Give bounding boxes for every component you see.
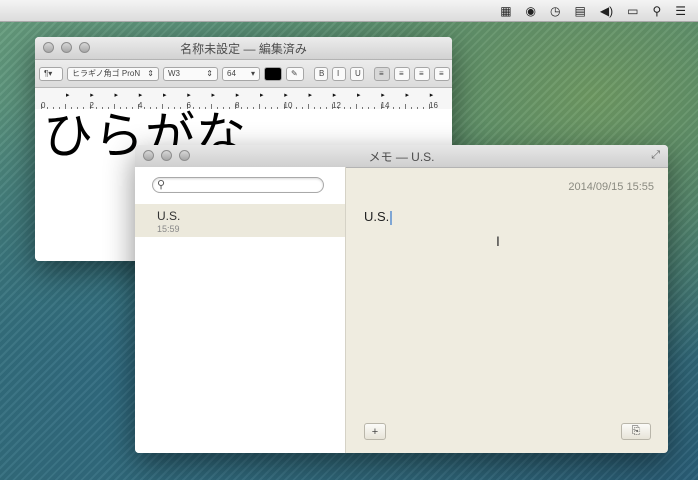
tab-stop-icon[interactable]: ▸	[115, 91, 119, 99]
window-title: 名称未設定 — 編集済み	[180, 41, 307, 56]
zoom-button[interactable]	[79, 42, 90, 53]
flag-icon[interactable]: ▤	[575, 0, 586, 22]
font-weight-select[interactable]: W3 ⇕	[163, 66, 218, 81]
tab-stop-icon[interactable]: ▸	[333, 91, 337, 99]
stepper-icon: ⇕	[147, 69, 154, 78]
close-button[interactable]	[143, 150, 154, 161]
window-controls	[43, 42, 90, 53]
paragraph-style-select[interactable]: ¶▾	[39, 66, 63, 81]
tab-stop-icon[interactable]: ▸	[406, 91, 410, 99]
tab-stop-icon[interactable]: ▸	[163, 91, 167, 99]
pen-icon: ✎	[291, 69, 298, 78]
window-controls	[143, 150, 190, 161]
search-icon: ⚲	[157, 179, 166, 191]
note-list-item[interactable]: U.S. 15:59	[135, 204, 345, 237]
note-body-text: U.S.	[364, 209, 390, 224]
font-size-field[interactable]: 64 ▾	[222, 66, 260, 81]
align-left-icon: ≡	[379, 69, 384, 78]
record-icon[interactable]: ◉	[526, 0, 536, 22]
tab-stop-icon[interactable]: ▸	[90, 91, 94, 99]
note-date-header: 2014/09/15 15:55	[568, 181, 654, 193]
window-title: メモ — U.S.	[368, 149, 435, 164]
search-input[interactable]	[171, 179, 320, 193]
highlight-color-swatch[interactable]: ✎	[286, 66, 304, 81]
menu-bar: ▦ ◉ ◷ ▤ ◀) ▭ ⚲ ☰	[0, 0, 698, 22]
tab-stop-icon[interactable]: ▸	[381, 91, 385, 99]
zoom-button[interactable]	[179, 150, 190, 161]
share-icon: ⎘	[631, 425, 641, 437]
align-right-button[interactable]: ≡	[414, 66, 430, 81]
stepper-icon: ⇕	[206, 69, 213, 78]
tab-stop-icon[interactable]: ▸	[284, 91, 288, 99]
align-center-icon: ≡	[399, 69, 404, 78]
tab-stop-icon[interactable]: ▸	[357, 91, 361, 99]
bold-button[interactable]: B	[314, 66, 328, 81]
tab-stop-icon[interactable]: ▸	[430, 91, 434, 99]
tab-stop-icon[interactable]: ▸	[187, 91, 191, 99]
text-color-swatch[interactable]	[264, 66, 282, 81]
note-editor[interactable]: 2014/09/15 15:55 U.S. I	[346, 167, 668, 453]
note-body[interactable]: U.S.	[364, 209, 393, 225]
tab-stop-icon[interactable]: ▸	[236, 91, 240, 99]
note-time: 15:59	[157, 224, 180, 234]
ibeam-cursor-icon: I	[496, 233, 500, 249]
volume-icon[interactable]: ◀)	[600, 0, 613, 22]
share-button[interactable]: ⎘	[621, 423, 651, 440]
justify-icon: ≡	[439, 69, 444, 78]
tab-stop-icon[interactable]: ▸	[309, 91, 313, 99]
note-title: U.S.	[157, 209, 181, 223]
stepper-icon: ▾	[250, 69, 255, 78]
notes-sidebar: ⚲ U.S. 15:59	[135, 167, 346, 453]
underline-button[interactable]: U	[350, 66, 364, 81]
add-note-button[interactable]: +	[364, 423, 386, 440]
spotlight-search-icon[interactable]: ⚲	[652, 0, 661, 22]
textedit-titlebar[interactable]: 名称未設定 — 編集済み	[35, 37, 452, 60]
minimize-button[interactable]	[161, 150, 172, 161]
align-left-button[interactable]: ≡	[374, 66, 390, 81]
tab-stop-icon[interactable]: ▸	[139, 91, 143, 99]
align-right-icon: ≡	[419, 69, 424, 78]
fullscreen-icon[interactable]: ⤢	[651, 149, 660, 162]
notification-list-icon[interactable]: ☰	[675, 0, 686, 22]
search-field[interactable]: ⚲	[152, 177, 324, 193]
tab-stop-icon[interactable]: ▸	[66, 91, 70, 99]
minimize-button[interactable]	[61, 42, 72, 53]
justify-button[interactable]: ≡	[434, 66, 450, 81]
italic-button[interactable]: I	[332, 66, 346, 81]
font-family-select[interactable]: ヒラギノ角ゴ ProN ⇕	[67, 66, 159, 81]
tab-stop-icon[interactable]: ▸	[260, 91, 264, 99]
text-caret	[390, 210, 393, 225]
align-center-button[interactable]: ≡	[394, 66, 410, 81]
time-machine-icon[interactable]: ◷	[550, 0, 560, 22]
notes-window: メモ — U.S. ⤢ ⚲ U.S. 15:59 2014/09/15 15:5…	[135, 145, 668, 453]
tab-stop-icon[interactable]: ▸	[212, 91, 216, 99]
qr-code-icon[interactable]: ▦	[500, 0, 511, 22]
battery-icon[interactable]: ▭	[627, 0, 638, 22]
notes-titlebar[interactable]: メモ — U.S. ⤢	[135, 145, 668, 168]
close-button[interactable]	[43, 42, 54, 53]
format-toolbar: ¶▾ ヒラギノ角ゴ ProN ⇕ W3 ⇕ 64 ▾ ✎ B I U ≡ ≡ ≡ ≡	[35, 60, 452, 88]
